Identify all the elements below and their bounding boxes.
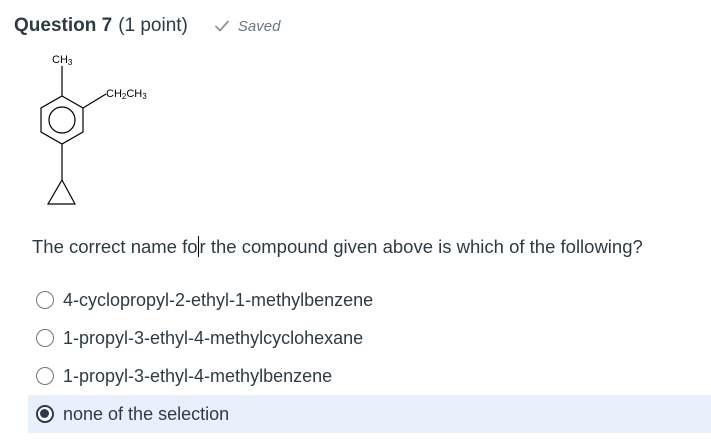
answer-options: 4-cyclopropyl-2-ethyl-1-methylbenzene 1-… (28, 281, 711, 433)
radio-button[interactable] (36, 329, 54, 347)
radio-button[interactable] (36, 367, 54, 385)
radio-button-selected[interactable] (36, 405, 54, 423)
answer-label: 1-propyl-3-ethyl-4-methylbenzene (63, 365, 333, 386)
methyl-label: CH3 (52, 54, 73, 67)
question-title: Question 7 (14, 15, 113, 36)
chemical-structure: CH3 CH2CH3 (40, 54, 147, 205)
answer-label: 1-propyl-3-ethyl-4-methylcyclohexane (63, 327, 364, 348)
check-icon (214, 20, 229, 32)
radio-button[interactable] (36, 291, 54, 309)
answer-option-1[interactable]: 4-cyclopropyl-2-ethyl-1-methylbenzene (28, 281, 711, 319)
saved-status: Saved (214, 17, 281, 35)
cyclopropane-ring (46, 178, 77, 205)
question-points: (1 point) (118, 15, 188, 36)
answer-label: none of the selection (63, 403, 230, 424)
answer-option-4[interactable]: none of the selection (28, 395, 711, 433)
saved-label: Saved (237, 17, 281, 35)
answer-option-2[interactable]: 1-propyl-3-ethyl-4-methylcyclohexane (28, 319, 711, 357)
answer-option-3[interactable]: 1-propyl-3-ethyl-4-methylbenzene (28, 357, 711, 395)
question-prompt: The correct name fo r the compound given … (32, 236, 643, 258)
quiz-question: Question 7 (1 point) Saved CH3 CH2CH3 Th… (0, 0, 711, 442)
question-header: Question 7 (1 point) Saved (14, 12, 280, 40)
prompt-text-start: The correct name fo (32, 236, 198, 257)
answer-label: 4-cyclopropyl-2-ethyl-1-methylbenzene (63, 289, 374, 310)
benzene-ring (40, 95, 84, 145)
ethyl-label: CH2CH3 (106, 88, 147, 101)
prompt-text-end: r the compound given above is which of t… (199, 236, 643, 257)
